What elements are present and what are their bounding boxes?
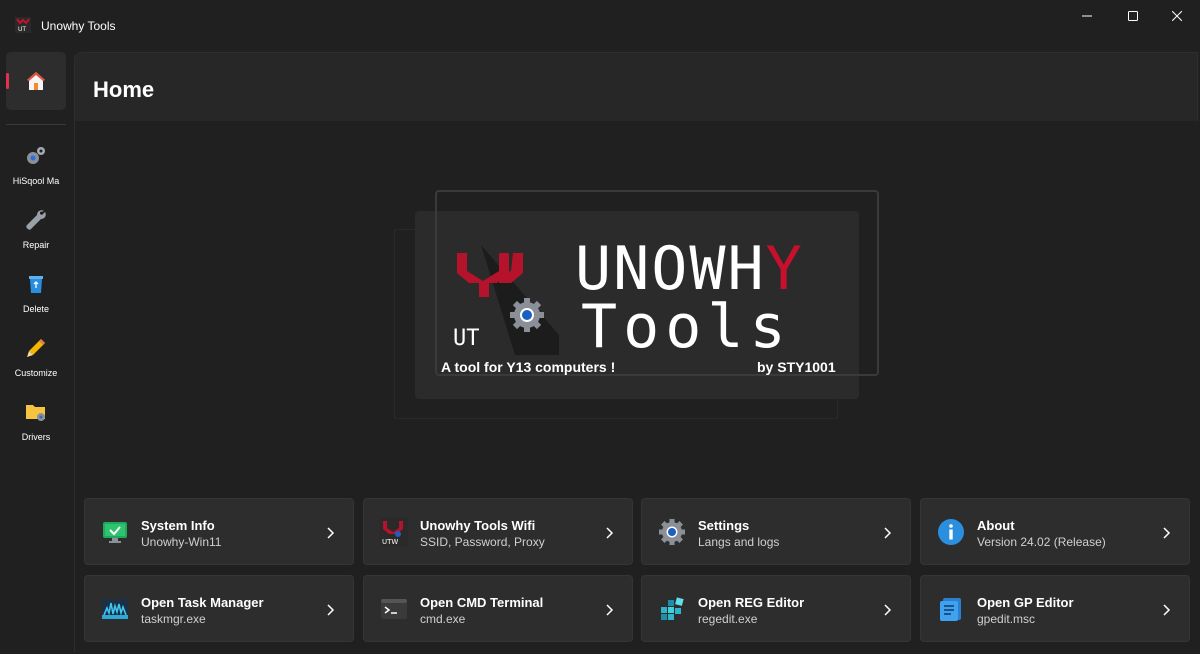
sidebar-item-label: Customize — [14, 368, 58, 378]
card-subtitle: regedit.exe — [698, 612, 758, 626]
maximize-icon — [1128, 11, 1138, 21]
sidebar-item-home[interactable] — [6, 52, 66, 110]
card-title: Settings — [698, 518, 750, 533]
card-title: System Info — [141, 518, 215, 533]
window-title: Unowhy Tools — [41, 19, 116, 33]
sidebar-item-label: Repair — [22, 240, 50, 250]
monitor-check-icon — [103, 522, 127, 543]
app-logo-icon: UT — [15, 17, 31, 33]
card-subtitle: SSID, Password, Proxy — [420, 535, 545, 549]
card-title: Unowhy Tools Wifi — [420, 518, 536, 533]
card-subtitle: Langs and logs — [698, 535, 780, 549]
title-bar[interactable]: UT Unowhy Tools — [0, 0, 1200, 46]
recycle-bin-icon — [29, 276, 43, 293]
card-subtitle: Version 24.02 (Release) — [977, 535, 1106, 549]
card-about[interactable]: About Version 24.02 (Release) — [920, 498, 1190, 565]
pencil-icon — [27, 339, 45, 357]
close-button[interactable] — [1154, 0, 1200, 32]
close-icon — [1172, 11, 1182, 21]
card-open-task-manager[interactable]: Open Task Manager taskmgr.exe — [84, 575, 354, 642]
card-system-info[interactable]: System Info Unowhy-Win11 — [84, 498, 354, 565]
svg-text:UTW: UTW — [382, 538, 398, 546]
sidebar-item-repair[interactable]: Repair — [0, 200, 72, 260]
sidebar-item-delete[interactable]: Delete — [0, 264, 72, 324]
page-title: Home — [93, 77, 155, 102]
unowhy-tools-logo-icon: UT — [453, 245, 559, 355]
minimize-button[interactable] — [1064, 0, 1110, 32]
card-settings[interactable]: Settings Langs and logs — [641, 498, 911, 565]
card-title: About — [977, 518, 1015, 533]
settings-gear-icon — [659, 519, 685, 545]
chevron-right-icon — [884, 527, 892, 539]
info-icon — [938, 519, 964, 545]
home-icon — [27, 72, 45, 90]
sidebar-item-label: HiSqool Ma — [12, 176, 60, 186]
chevron-right-icon — [327, 604, 335, 616]
sidebar-item-drivers[interactable]: Drivers — [0, 392, 72, 452]
sidebar-nav: HiSqool Ma Repair Delete Customize Drive… — [0, 46, 72, 654]
card-subtitle: gpedit.msc — [977, 612, 1036, 626]
chevron-right-icon — [606, 604, 614, 616]
sidebar-item-label: Delete — [22, 304, 49, 314]
svg-text:UT: UT — [453, 326, 480, 351]
wrench-icon — [26, 210, 46, 230]
active-indicator — [6, 73, 9, 89]
card-open-reg-editor[interactable]: Open REG Editor regedit.exe — [641, 575, 911, 642]
terminal-icon — [381, 599, 407, 619]
chevron-right-icon — [327, 527, 335, 539]
card-subtitle: cmd.exe — [420, 612, 466, 626]
gears-icon — [27, 147, 45, 164]
minimize-icon — [1082, 15, 1092, 17]
svg-text:UT: UT — [18, 26, 26, 33]
chevron-right-icon — [1163, 604, 1171, 616]
card-title: Open Task Manager — [141, 595, 264, 610]
chevron-right-icon — [606, 527, 614, 539]
utw-wifi-icon: UTW — [380, 518, 408, 546]
card-open-gp-editor[interactable]: Open GP Editor gpedit.msc — [920, 575, 1190, 642]
card-title: Open REG Editor — [698, 595, 805, 610]
registry-icon — [661, 597, 684, 620]
sidebar-item-customize[interactable]: Customize — [0, 328, 72, 388]
task-manager-icon — [102, 599, 128, 619]
banner-credit: by STY1001 — [757, 359, 836, 375]
sidebar-item-hisqool[interactable]: HiSqool Ma — [0, 136, 72, 196]
card-title: Open CMD Terminal — [420, 595, 544, 610]
card-subtitle: taskmgr.exe — [141, 612, 206, 626]
chevron-right-icon — [884, 604, 892, 616]
card-title: Open GP Editor — [977, 595, 1074, 610]
wordmark-line2: Tools — [581, 292, 792, 353]
banner-tagline: A tool for Y13 computers ! — [441, 359, 616, 375]
main-content: Home UT UNOWHY Tools A tool for Y13 comp… — [74, 52, 1199, 653]
maximize-button[interactable] — [1110, 0, 1156, 32]
sidebar-item-label: Drivers — [21, 432, 51, 442]
group-policy-icon — [940, 598, 961, 621]
chevron-right-icon — [1163, 527, 1171, 539]
card-unowhy-tools-wifi[interactable]: UTW Unowhy Tools Wifi SSID, Password, Pr… — [363, 498, 633, 565]
banner-wordmark: UNOWHY Tools — [575, 234, 802, 353]
folder-gear-icon — [26, 405, 45, 421]
card-subtitle: Unowhy-Win11 — [141, 535, 222, 549]
sidebar-divider — [6, 124, 66, 125]
card-open-cmd-terminal[interactable]: Open CMD Terminal cmd.exe — [363, 575, 633, 642]
